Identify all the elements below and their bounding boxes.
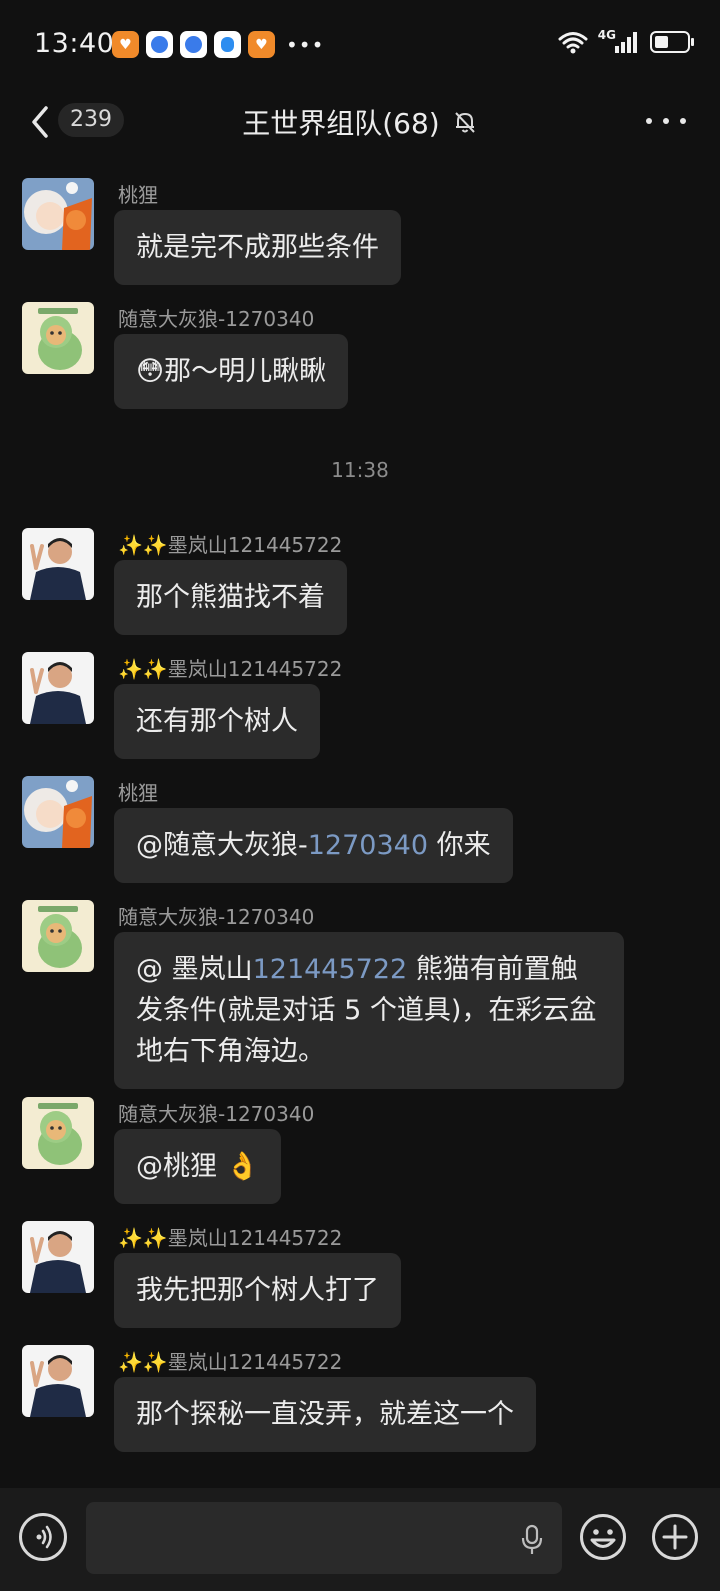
sender-name: ✨✨墨岚山121445722: [118, 1350, 343, 1374]
time-separator: 11:38: [331, 458, 389, 482]
mute-bell-icon: [455, 112, 475, 133]
man-peace-avatar[interactable]: [22, 1221, 94, 1293]
man-peace-avatar[interactable]: [22, 652, 94, 724]
message-bubble[interactable]: 那个熊猫找不着: [114, 560, 347, 635]
plus-icon[interactable]: [651, 1513, 699, 1561]
emoji-icon[interactable]: [579, 1513, 627, 1561]
message-bubble[interactable]: 😳那～明儿瞅瞅: [114, 334, 349, 409]
app-notification-icon: [146, 31, 173, 58]
mention-text[interactable]: @ 墨岚山: [136, 954, 253, 985]
ok-hand-emoji: 👌: [225, 1151, 260, 1182]
notification-icons: ♥ ♥ •••: [112, 31, 324, 58]
sender-name: 桃狸: [118, 781, 158, 805]
system-indicators: 4G: [558, 28, 694, 54]
fox-girl-avatar[interactable]: [22, 178, 94, 250]
sender-name: 随意大灰狼-1270340: [118, 905, 315, 929]
app-notification-icon: [180, 31, 207, 58]
message-input[interactable]: [86, 1502, 562, 1574]
mic-icon[interactable]: [520, 1524, 544, 1556]
status-time: 13:40: [34, 28, 115, 59]
dino-dog-avatar[interactable]: [22, 1097, 94, 1169]
sender-name: 随意大灰狼-1270340: [118, 1102, 315, 1126]
more-menu-button[interactable]: [646, 114, 686, 128]
man-peace-avatar[interactable]: [22, 528, 94, 600]
mention-text[interactable]: @随意大灰狼-: [136, 830, 308, 861]
mention-number[interactable]: 1270340: [308, 830, 428, 861]
dino-dog-avatar[interactable]: [22, 302, 94, 374]
fox-girl-avatar[interactable]: [22, 776, 94, 848]
wifi-icon: [558, 32, 588, 54]
signal-icon: [615, 32, 637, 53]
network-type: 4G: [597, 28, 616, 42]
message-bubble[interactable]: 还有那个树人: [114, 684, 320, 759]
message-bubble[interactable]: 那个探秘一直没弄，就差这一个: [114, 1377, 536, 1452]
sender-name: 桃狸: [118, 183, 158, 207]
message-bubble[interactable]: 就是完不成那些条件: [114, 210, 401, 285]
more-notifications-icon: •••: [286, 32, 325, 57]
message-bubble[interactable]: @ 墨岚山121445722 熊猫有前置触发条件(就是对话 5 个道具)，在彩云…: [114, 932, 624, 1089]
message-bubble[interactable]: @桃狸 👌: [114, 1129, 282, 1204]
app-notification-icon: [214, 31, 241, 58]
sender-name: ✨✨墨岚山121445722: [118, 657, 343, 681]
app-notification-icon: ♥: [112, 31, 139, 58]
sender-name: ✨✨墨岚山121445722: [118, 1226, 343, 1250]
message-bubble[interactable]: 我先把那个树人打了: [114, 1253, 401, 1328]
chat-header: 239 王世界组队(68): [0, 92, 720, 152]
man-peace-avatar[interactable]: [22, 1345, 94, 1417]
app-notification-icon: ♥: [248, 31, 275, 58]
mention-text[interactable]: @桃狸: [136, 1151, 217, 1182]
message-bubble[interactable]: @随意大灰狼-1270340 你来: [114, 808, 513, 883]
sender-name: ✨✨墨岚山121445722: [118, 533, 343, 557]
flushed-emoji: 😳: [136, 356, 165, 387]
dino-dog-avatar[interactable]: [22, 900, 94, 972]
sender-name: 随意大灰狼-1270340: [118, 307, 315, 331]
status-bar: 13:40 ♥ ♥ ••• 4G: [0, 0, 720, 92]
mention-number[interactable]: 121445722: [253, 954, 408, 985]
chat-title[interactable]: 王世界组队(68): [242, 102, 439, 142]
message-composer: [0, 1488, 720, 1591]
voice-icon[interactable]: [19, 1513, 67, 1561]
battery-icon: [650, 31, 694, 53]
